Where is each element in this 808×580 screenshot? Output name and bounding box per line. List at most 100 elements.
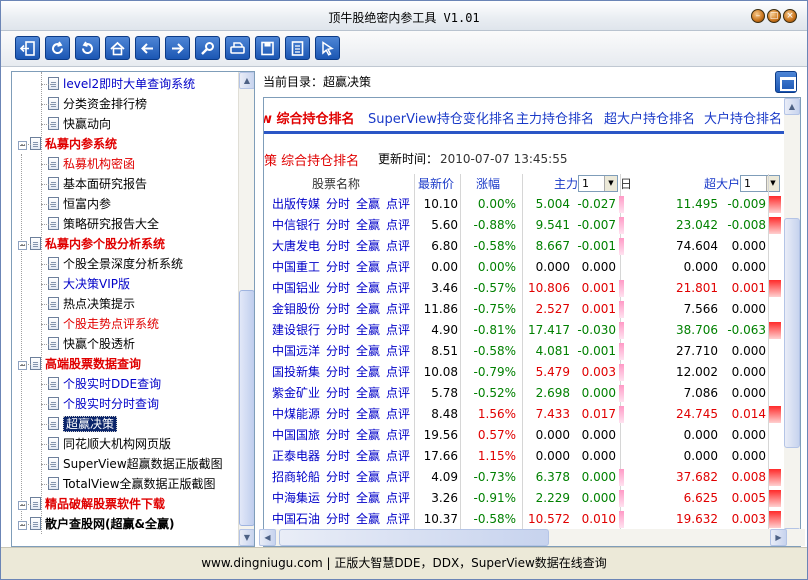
scroll-left-button[interactable]: ◀ bbox=[259, 529, 276, 546]
full-win-link[interactable]: 全赢 bbox=[356, 404, 380, 425]
full-win-link[interactable]: 全赢 bbox=[356, 215, 380, 236]
minimize-button[interactable]: – bbox=[751, 9, 765, 23]
full-win-link[interactable]: 全赢 bbox=[356, 257, 380, 278]
sidebar-item[interactable]: TotalView全赢数据正版截图 bbox=[48, 474, 216, 494]
sidebar-item[interactable]: 策略研究报告大全 bbox=[48, 214, 159, 234]
intraday-link[interactable]: 分时 bbox=[326, 215, 350, 236]
full-win-link[interactable]: 全赢 bbox=[356, 194, 380, 215]
home-button[interactable] bbox=[105, 36, 130, 60]
intraday-link[interactable]: 分时 bbox=[326, 467, 350, 488]
content-scrollbar[interactable]: ▲ ▼ bbox=[784, 98, 800, 546]
intraday-link[interactable]: 分时 bbox=[326, 341, 350, 362]
stock-name-link[interactable]: 中海集运 bbox=[272, 488, 320, 509]
review-link[interactable]: 点评 bbox=[386, 236, 410, 257]
review-link[interactable]: 点评 bbox=[386, 320, 410, 341]
tab-3[interactable]: 超大户持仓排名 bbox=[604, 108, 695, 127]
stock-name-link[interactable]: 金钼股份 bbox=[272, 299, 320, 320]
stock-name-link[interactable]: 中国石油 bbox=[272, 509, 320, 530]
stock-name-link[interactable]: 建设银行 bbox=[272, 320, 320, 341]
review-link[interactable]: 点评 bbox=[386, 362, 410, 383]
sidebar-item[interactable]: 分类资金排行榜 bbox=[48, 94, 147, 114]
sidebar-item[interactable]: 超赢决策 bbox=[48, 414, 118, 434]
list-button[interactable] bbox=[285, 36, 310, 60]
review-link[interactable]: 点评 bbox=[386, 383, 410, 404]
review-link[interactable]: 点评 bbox=[386, 509, 410, 530]
intraday-link[interactable]: 分时 bbox=[326, 194, 350, 215]
scrollbar-thumb[interactable] bbox=[239, 290, 254, 526]
sidebar-item[interactable]: 热点决策提示 bbox=[48, 294, 135, 314]
review-link[interactable]: 点评 bbox=[386, 278, 410, 299]
back-button[interactable] bbox=[135, 36, 160, 60]
stock-name-link[interactable]: 中煤能源 bbox=[272, 404, 320, 425]
collapse-icon[interactable]: − bbox=[18, 241, 27, 250]
full-win-link[interactable]: 全赢 bbox=[356, 299, 380, 320]
print-button[interactable] bbox=[225, 36, 250, 60]
stock-name-link[interactable]: 紫金矿业 bbox=[272, 383, 320, 404]
collapse-icon[interactable]: − bbox=[18, 521, 27, 530]
search-button[interactable] bbox=[195, 36, 220, 60]
close-button[interactable]: × bbox=[783, 9, 797, 23]
full-win-link[interactable]: 全赢 bbox=[356, 467, 380, 488]
tab-1[interactable]: SuperView持仓变化排名 bbox=[368, 108, 515, 127]
sidebar-item[interactable]: 个股实时DDE查询 bbox=[48, 374, 161, 394]
sidebar-item[interactable]: − 私募内参系统 bbox=[18, 134, 117, 154]
scroll-right-button[interactable]: ▶ bbox=[770, 529, 787, 546]
sidebar-item[interactable]: − 散户查股网(超赢&全赢) bbox=[18, 514, 174, 534]
sidebar-item[interactable]: level2即时大单查询系统 bbox=[48, 74, 195, 94]
full-win-link[interactable]: 全赢 bbox=[356, 341, 380, 362]
save-button[interactable] bbox=[255, 36, 280, 60]
review-link[interactable]: 点评 bbox=[386, 425, 410, 446]
stock-name-link[interactable]: 招商轮船 bbox=[272, 467, 320, 488]
sidebar-item[interactable]: 恒富内参 bbox=[48, 194, 111, 214]
stock-name-link[interactable]: 中国远洋 bbox=[272, 341, 320, 362]
full-win-link[interactable]: 全赢 bbox=[356, 446, 380, 467]
stock-name-link[interactable]: 国投新集 bbox=[272, 362, 320, 383]
collapse-icon[interactable]: − bbox=[18, 361, 27, 370]
sidebar-item[interactable]: 基本面研究报告 bbox=[48, 174, 147, 194]
sidebar-item[interactable]: 个股全景深度分析系统 bbox=[48, 254, 183, 274]
review-link[interactable]: 点评 bbox=[386, 194, 410, 215]
stock-name-link[interactable]: 大唐发电 bbox=[272, 236, 320, 257]
intraday-link[interactable]: 分时 bbox=[326, 299, 350, 320]
review-link[interactable]: 点评 bbox=[386, 299, 410, 320]
stock-name-link[interactable]: 中信银行 bbox=[272, 215, 320, 236]
sidebar-item[interactable]: SuperView超赢数据正版截图 bbox=[48, 454, 223, 474]
review-link[interactable]: 点评 bbox=[386, 257, 410, 278]
forward-button[interactable] bbox=[165, 36, 190, 60]
full-win-link[interactable]: 全赢 bbox=[356, 320, 380, 341]
intraday-link[interactable]: 分时 bbox=[326, 320, 350, 341]
review-link[interactable]: 点评 bbox=[386, 215, 410, 236]
sidebar-item[interactable]: 快赢个股透析 bbox=[48, 334, 135, 354]
review-link[interactable]: 点评 bbox=[386, 446, 410, 467]
scrollbar-thumb[interactable] bbox=[279, 529, 549, 546]
pointer-button[interactable] bbox=[315, 36, 340, 60]
full-win-link[interactable]: 全赢 bbox=[356, 278, 380, 299]
sidebar-item[interactable]: 私募机构密函 bbox=[48, 154, 135, 174]
full-win-link[interactable]: 全赢 bbox=[356, 236, 380, 257]
stock-name-link[interactable]: 中国国旅 bbox=[272, 425, 320, 446]
full-win-link[interactable]: 全赢 bbox=[356, 362, 380, 383]
intraday-link[interactable]: 分时 bbox=[326, 362, 350, 383]
full-win-link[interactable]: 全赢 bbox=[356, 383, 380, 404]
full-win-link[interactable]: 全赢 bbox=[356, 425, 380, 446]
sidebar-item[interactable]: 快赢动向 bbox=[48, 114, 111, 134]
review-link[interactable]: 点评 bbox=[386, 488, 410, 509]
stock-name-link[interactable]: 中国重工 bbox=[272, 257, 320, 278]
intraday-link[interactable]: 分时 bbox=[326, 446, 350, 467]
sidebar-item[interactable]: 大决策VIP版 bbox=[48, 274, 130, 294]
intraday-link[interactable]: 分时 bbox=[326, 488, 350, 509]
intraday-link[interactable]: 分时 bbox=[326, 404, 350, 425]
collapse-icon[interactable]: − bbox=[18, 501, 27, 510]
horizontal-scrollbar[interactable]: ◀ ▶ bbox=[259, 529, 805, 546]
stock-name-link[interactable]: 中国铝业 bbox=[272, 278, 320, 299]
scrollbar-thumb[interactable] bbox=[784, 218, 800, 448]
sidebar-scrollbar[interactable]: ▲ ▼ bbox=[238, 72, 254, 546]
collapse-icon[interactable]: − bbox=[18, 141, 27, 150]
intraday-link[interactable]: 分时 bbox=[326, 425, 350, 446]
intraday-link[interactable]: 分时 bbox=[326, 383, 350, 404]
view-mode-button[interactable] bbox=[775, 71, 797, 93]
full-win-link[interactable]: 全赢 bbox=[356, 509, 380, 530]
tab-2[interactable]: 主力持仓排名 bbox=[516, 108, 594, 127]
stock-name-link[interactable]: 正泰电器 bbox=[272, 446, 320, 467]
sidebar-item[interactable]: − 精品破解股票软件下载 bbox=[18, 494, 165, 514]
